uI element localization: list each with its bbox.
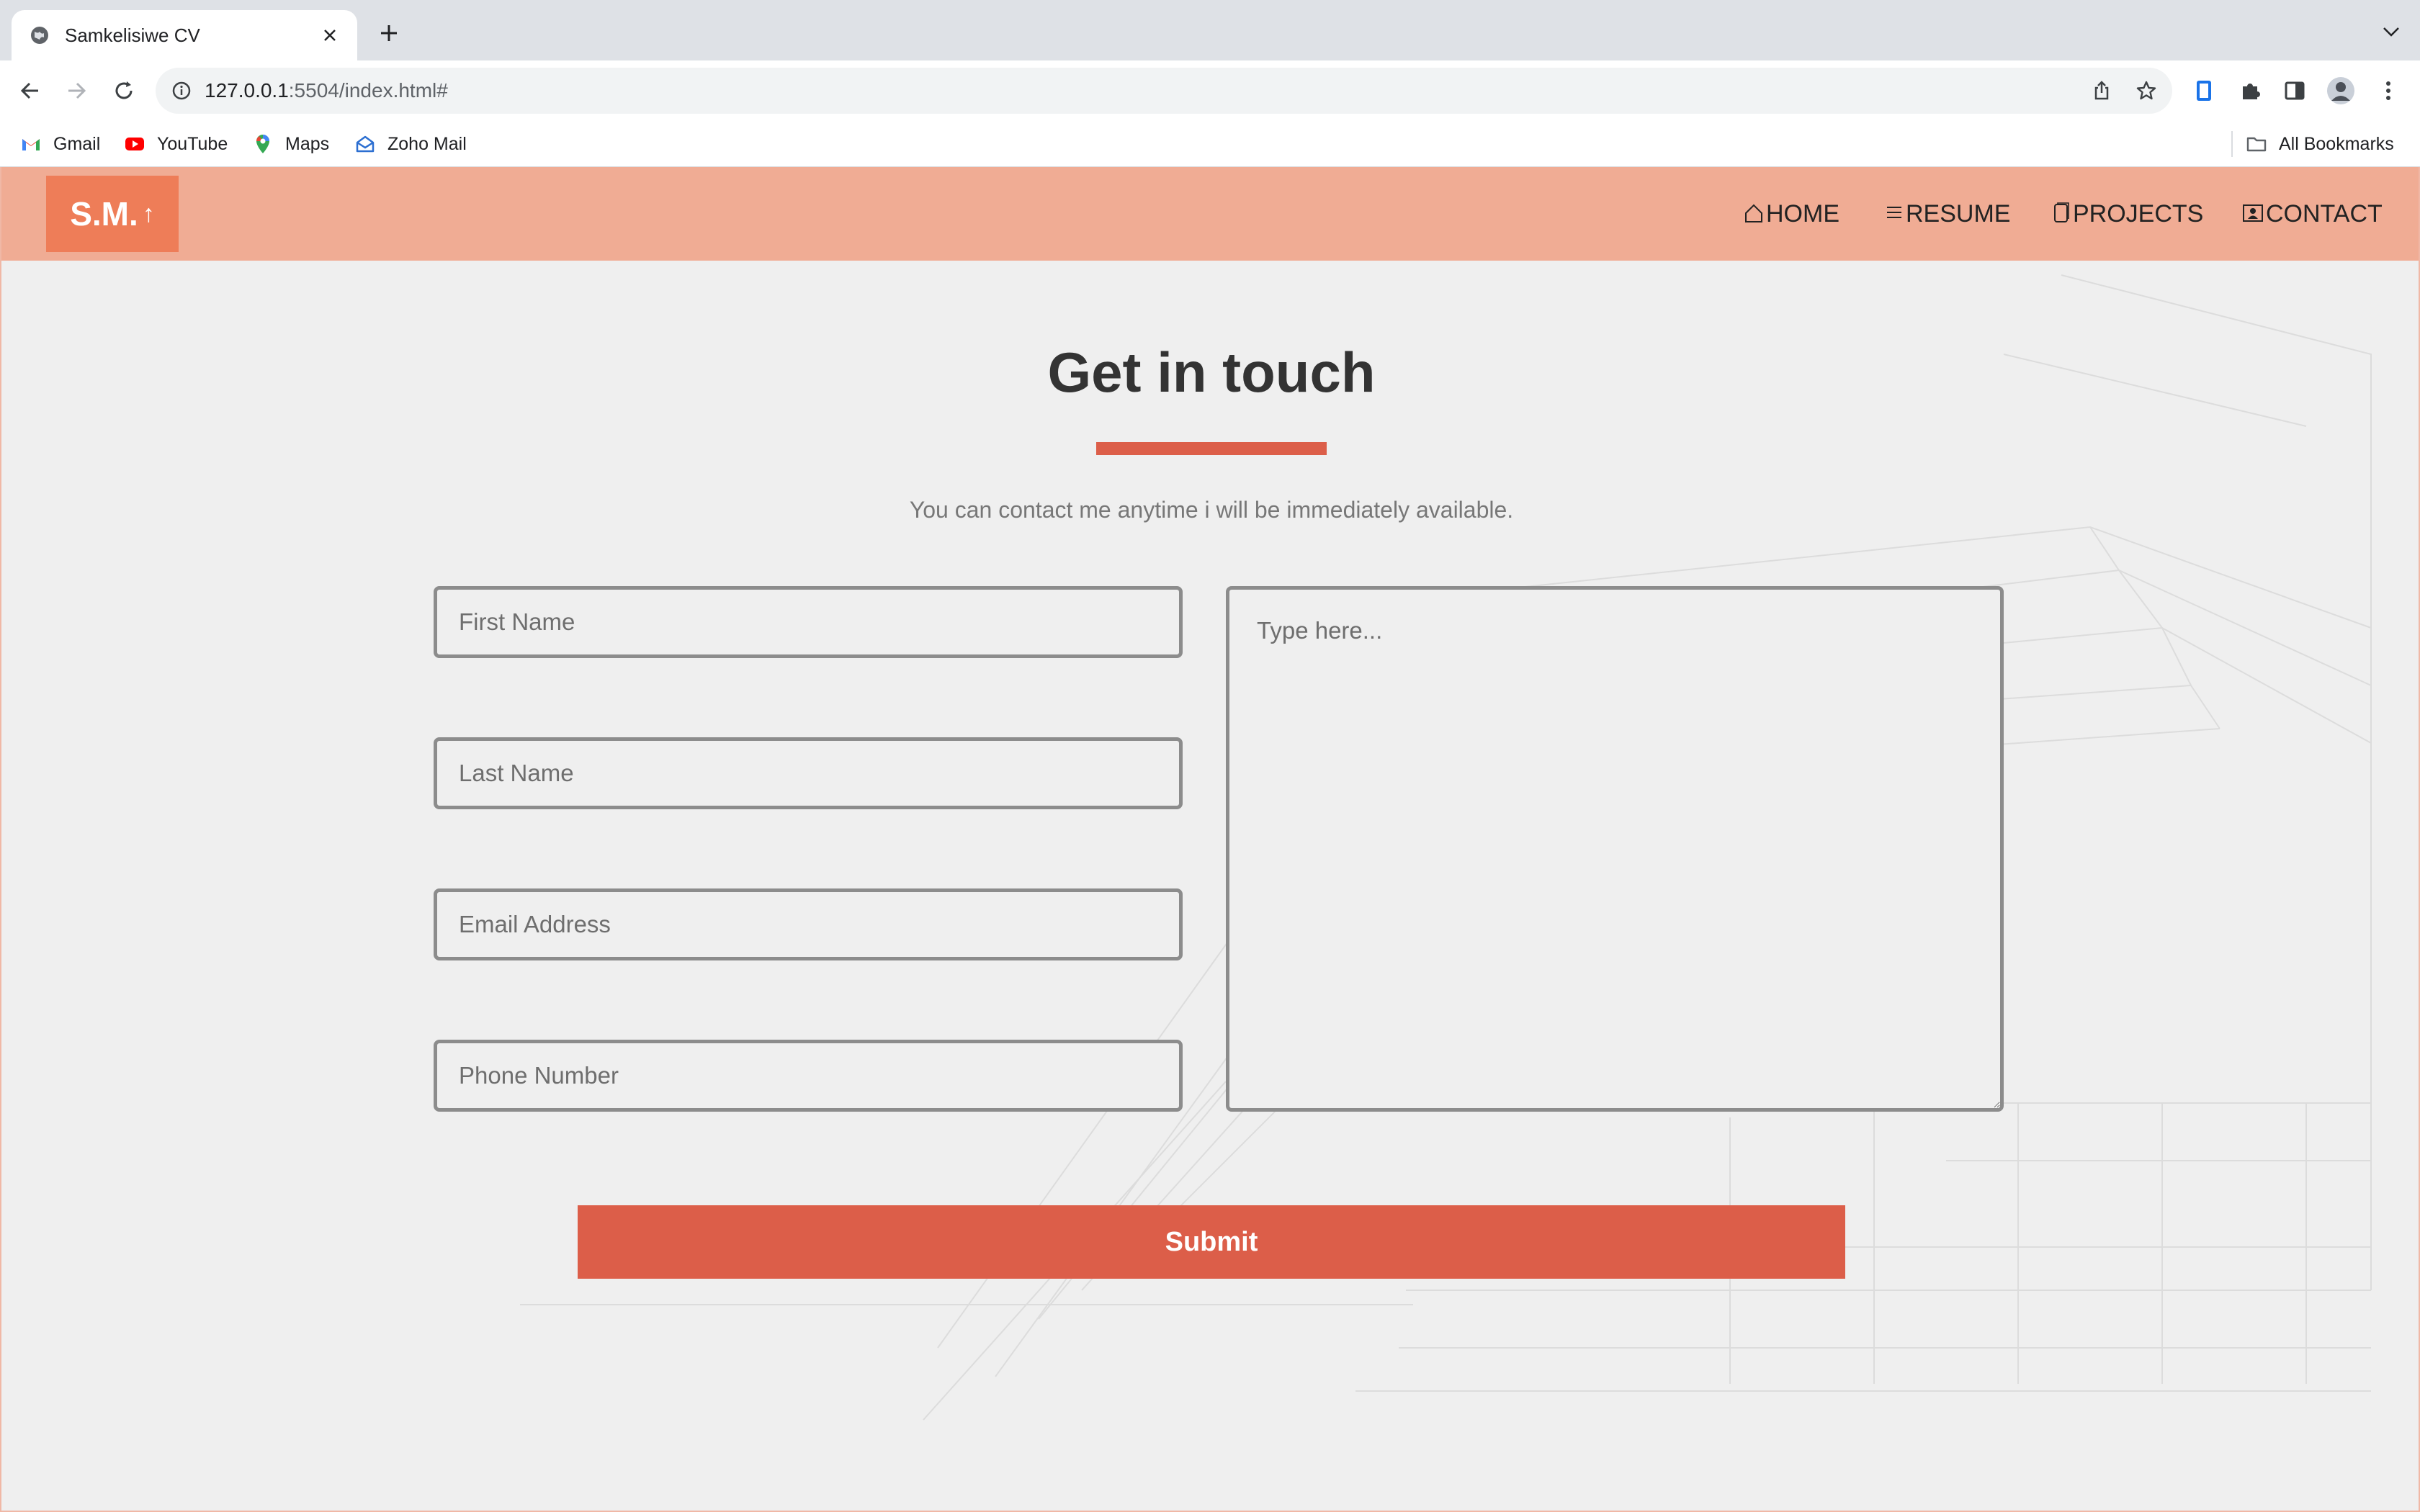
logo-text: S.M. xyxy=(70,195,138,233)
bookmarks-divider xyxy=(2231,131,2233,157)
new-tab-icon[interactable] xyxy=(377,22,400,45)
chevron-down-icon[interactable] xyxy=(2381,24,2401,39)
title-underline xyxy=(1096,442,1327,455)
folder-icon xyxy=(2246,137,2267,152)
bookmark-youtube[interactable]: YouTube xyxy=(124,130,228,158)
share-icon[interactable] xyxy=(2090,79,2113,102)
url-host: 127.0.0.1 xyxy=(205,79,289,102)
tab-title: Samkelisiwe CV xyxy=(65,24,200,46)
extension-doc-icon[interactable] xyxy=(2190,76,2218,105)
bookmark-zoho-mail[interactable]: Zoho Mail xyxy=(354,130,467,158)
phone-field[interactable] xyxy=(434,1040,1183,1112)
info-icon[interactable] xyxy=(171,81,192,101)
bookmark-star-icon[interactable] xyxy=(2135,79,2158,102)
submit-button[interactable]: Submit xyxy=(578,1205,1845,1279)
menu-lines-icon xyxy=(1887,207,1901,218)
all-bookmarks[interactable]: All Bookmarks xyxy=(2246,130,2394,158)
address-bar[interactable]: 127.0.0.1:5504/index.html# xyxy=(156,68,2172,114)
nav-label: CONTACT xyxy=(2266,199,2383,228)
zoho-mail-icon xyxy=(356,135,375,153)
bookmarks-bar: Gmail YouTube Maps Zoho Mail All Bookmar… xyxy=(0,121,2420,167)
reload-icon[interactable] xyxy=(109,76,138,105)
avatar[interactable] xyxy=(2326,76,2355,105)
nav-contact[interactable]: CONTACT xyxy=(2241,196,2383,232)
first-name-field[interactable] xyxy=(434,586,1183,658)
more-menu-icon[interactable] xyxy=(2374,76,2403,105)
url-path: :5504/index.html# xyxy=(288,79,448,102)
page-subtitle: You can contact me anytime i will be imm… xyxy=(909,497,1514,523)
browser-toolbar: 127.0.0.1:5504/index.html# xyxy=(0,60,2420,121)
bookmark-label: Maps xyxy=(285,133,330,154)
all-bookmarks-label: All Bookmarks xyxy=(2279,133,2394,154)
bookmark-maps[interactable]: Maps xyxy=(252,130,329,158)
nav-label: RESUME xyxy=(1906,199,2011,228)
document-icon xyxy=(2054,202,2069,222)
globe-icon xyxy=(31,27,48,44)
email-field[interactable] xyxy=(434,888,1183,960)
home-icon xyxy=(1745,204,1762,222)
forward-icon[interactable] xyxy=(62,76,91,105)
bookmark-gmail[interactable]: Gmail xyxy=(20,130,100,158)
nav-projects[interactable]: PROJECTS xyxy=(2051,196,2203,232)
gmail-icon xyxy=(22,139,40,150)
nav-resume[interactable]: RESUME xyxy=(1884,196,2010,232)
url-text: 127.0.0.1:5504/index.html# xyxy=(205,79,448,102)
site-logo[interactable]: S.M. ↑ xyxy=(46,176,179,252)
nav-home[interactable]: HOME xyxy=(1743,196,1839,232)
message-textarea[interactable] xyxy=(1226,586,2004,1112)
contact-card-icon xyxy=(2243,204,2263,222)
browser-tab[interactable]: Samkelisiwe CV xyxy=(12,10,357,60)
last-name-field[interactable] xyxy=(434,737,1183,809)
bookmark-label: Gmail xyxy=(53,133,101,154)
bookmark-label: YouTube xyxy=(157,133,228,154)
page-title: Get in touch xyxy=(1047,341,1376,404)
youtube-icon xyxy=(125,138,144,150)
close-icon[interactable] xyxy=(320,25,340,45)
web-page: S.M. ↑ HOME RESUME PROJECTS CONTACT Get i… xyxy=(0,167,2420,1512)
nav-label: PROJECTS xyxy=(2073,199,2204,228)
side-panel-icon[interactable] xyxy=(2280,76,2309,105)
nav-label: HOME xyxy=(1766,199,1839,228)
tab-strip: Samkelisiwe CV xyxy=(0,0,2420,60)
site-navbar: S.M. ↑ HOME RESUME PROJECTS CONTACT xyxy=(1,167,2419,261)
logo-arrow: ↑ xyxy=(142,199,155,228)
bookmark-label: Zoho Mail xyxy=(387,133,467,154)
extensions-puzzle-icon[interactable] xyxy=(2236,76,2264,105)
maps-icon xyxy=(256,135,269,153)
back-icon[interactable] xyxy=(16,76,45,105)
